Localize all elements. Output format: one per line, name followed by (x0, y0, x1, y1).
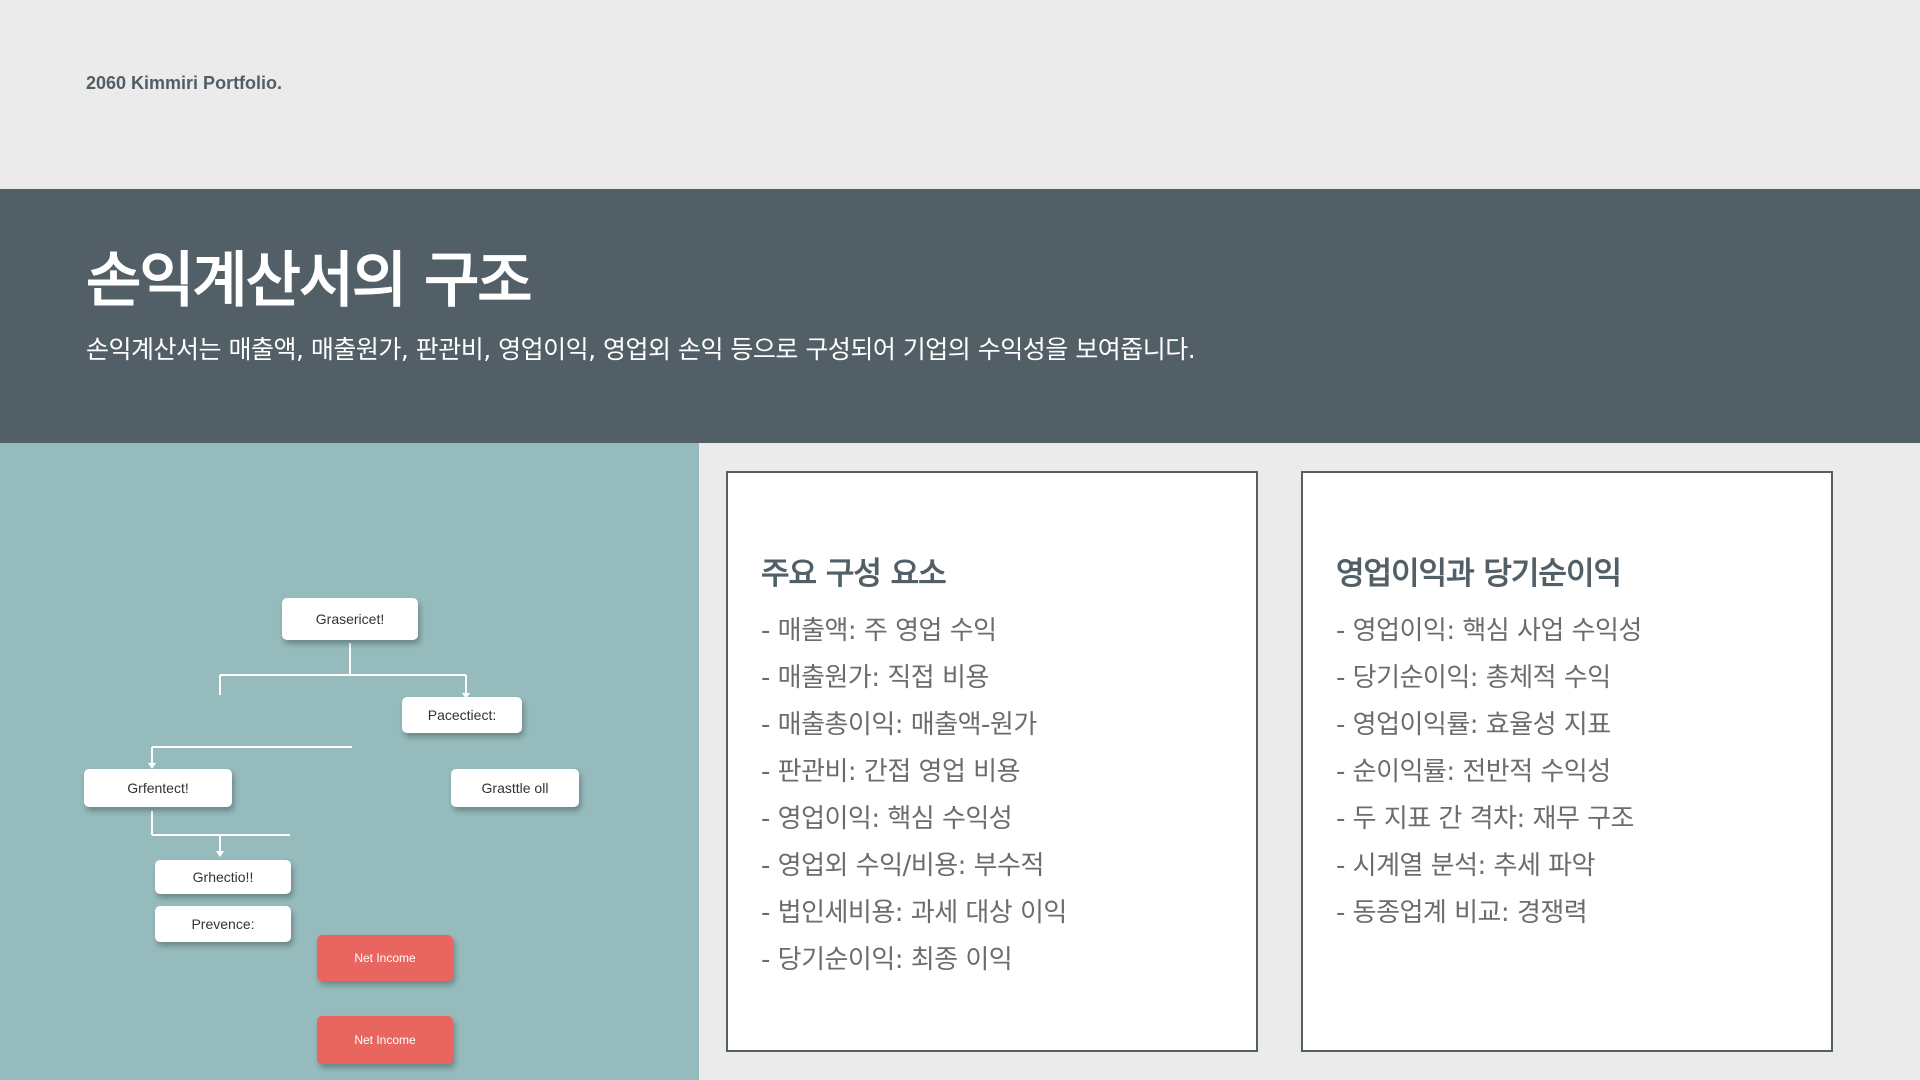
flowchart-node: Grfentect! (84, 769, 232, 807)
card-list: - 영업이익: 핵심 사업 수익성 - 당기순이익: 총체적 수익 - 영업이익… (1336, 608, 1642, 937)
card-title: 주요 구성 요소 (761, 556, 947, 592)
list-item: - 두 지표 간 격차: 재무 구조 (1336, 804, 1634, 834)
flowchart-node: Prevence: (155, 906, 291, 942)
list-item: - 영업이익: 핵심 수익성 (761, 804, 1013, 834)
list-item: - 매출총이익: 매출액-원가 (761, 710, 1037, 740)
list-item: - 당기순이익: 총체적 수익 (1336, 663, 1611, 693)
flowchart-node: Grasttle oll (451, 769, 579, 807)
flowchart-node-net-income: Net Income (317, 935, 453, 981)
flowchart-image: Grasericet! Pacectiect: Grfentect! Grast… (0, 443, 699, 1080)
list-item: - 영업이익: 핵심 사업 수익성 (1336, 616, 1642, 646)
portfolio-label: 2060 Kimmiri Portfolio. (86, 73, 283, 93)
profit-comparison-card: 영업이익과 당기순이익 - 영업이익: 핵심 사업 수익성 - 당기순이익: 총… (1301, 471, 1833, 1052)
list-item: - 시계열 분석: 추세 파악 (1336, 851, 1595, 881)
page-subtitle: 손익계산서는 매출액, 매출원가, 판관비, 영업이익, 영업외 손익 등으로 … (86, 335, 1196, 364)
list-item: - 영업외 수익/비용: 부수적 (761, 851, 1044, 881)
card-title: 영업이익과 당기순이익 (1336, 556, 1622, 592)
list-item: - 판관비: 간접 영업 비용 (761, 757, 1020, 787)
flowchart-node: Grhectio!! (155, 860, 291, 894)
list-item: - 영업이익률: 효율성 지표 (1336, 710, 1611, 740)
list-item: - 매출원가: 직접 비용 (761, 663, 989, 693)
list-item: - 당기순이익: 최종 이익 (761, 945, 1013, 975)
flowchart-node: Grasericet! (282, 598, 418, 640)
list-item: - 동종업계 비교: 경쟁력 (1336, 898, 1588, 928)
flowchart-node: Pacectiect: (402, 697, 522, 733)
flowchart-node-net-income: Net Income (317, 1016, 453, 1064)
components-card: 주요 구성 요소 - 매출액: 주 영업 수익 - 매출원가: 직접 비용 - … (726, 471, 1258, 1052)
page-title: 손익계산서의 구조 (86, 246, 532, 316)
list-item: - 법인세비용: 과세 대상 이익 (761, 898, 1067, 928)
card-list: - 매출액: 주 영업 수익 - 매출원가: 직접 비용 - 매출총이익: 매출… (761, 608, 1067, 984)
title-banner: 손익계산서의 구조 손익계산서는 매출액, 매출원가, 판관비, 영업이익, 영… (0, 189, 1920, 443)
list-item: - 순이익률: 전반적 수익성 (1336, 757, 1611, 787)
list-item: - 매출액: 주 영업 수익 (761, 616, 997, 646)
flowchart-connectors (148, 643, 470, 857)
